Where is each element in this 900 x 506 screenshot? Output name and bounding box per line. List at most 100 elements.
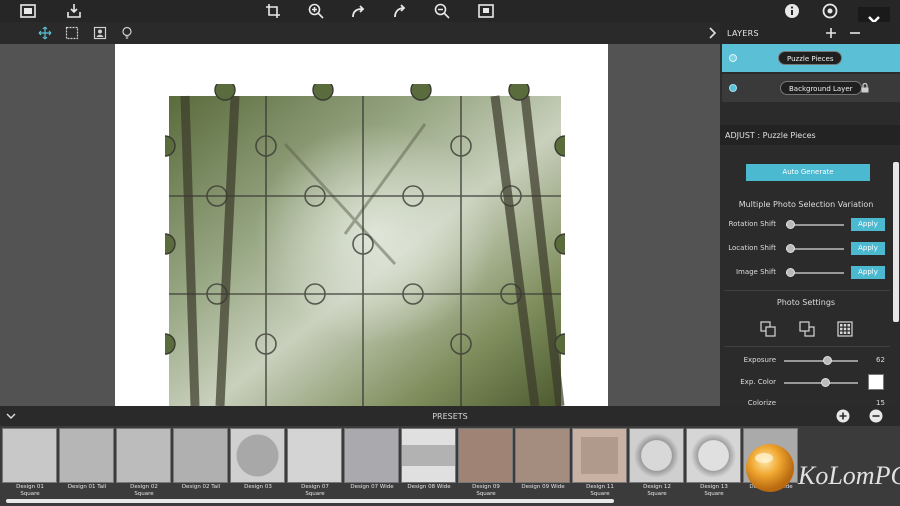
preset-item[interactable]: Design 07 Wide (344, 428, 400, 498)
zoom-out-icon[interactable] (432, 1, 452, 21)
preset-item[interactable]: Design 08 Wide (401, 428, 457, 498)
preset-label: Design 07 Square (301, 484, 329, 497)
presets-title: PRESETS (432, 412, 468, 421)
slider-label: Rotation Shift (728, 220, 776, 228)
preset-thumbnail (515, 428, 570, 483)
preset-item[interactable]: Design 02 Square (116, 428, 172, 498)
preset-item[interactable]: Design 02 Tall (173, 428, 229, 498)
zoom-in-icon[interactable] (306, 1, 326, 21)
preset-label: Design 01 Tall (67, 484, 107, 490)
remove-preset-icon[interactable] (869, 409, 883, 423)
top-toolbar (0, 0, 900, 37)
move-tool-icon[interactable] (37, 25, 53, 41)
undo-icon[interactable] (348, 1, 368, 21)
right-panel: LAYERS Puzzle Pieces Background Layer AD… (720, 22, 900, 406)
preset-thumbnail (572, 428, 627, 483)
preset-thumbnail (2, 428, 57, 483)
slider-thumb[interactable] (786, 268, 795, 277)
layers-title: LAYERS (727, 29, 759, 38)
redo-icon[interactable] (390, 1, 410, 21)
save-tray-icon[interactable] (64, 1, 84, 21)
layer-name: Puzzle Pieces (778, 51, 843, 65)
apply-button[interactable]: Apply (851, 266, 885, 279)
divider (724, 290, 890, 291)
preset-label: Design 09 Wide (521, 484, 565, 490)
puzzle-image[interactable] (165, 84, 565, 406)
canvas-area[interactable] (0, 44, 720, 406)
adjust-header: ADJUST : Puzzle Pieces (720, 125, 900, 145)
layers-header: LAYERS (720, 22, 900, 44)
slider-thumb[interactable] (823, 356, 832, 365)
preset-item[interactable]: Design 01 Tall (59, 428, 115, 498)
preset-item[interactable]: Design 13 Square (686, 428, 742, 498)
preset-item[interactable]: Design 03 (230, 428, 286, 498)
preset-thumbnail (59, 428, 114, 483)
grid-icon[interactable] (837, 321, 853, 337)
slider-thumb[interactable] (821, 378, 830, 387)
preset-label: Design 11 Square (586, 484, 614, 497)
layer-name: Background Layer (780, 81, 862, 95)
slider-label: Location Shift (728, 244, 776, 252)
chevron-right-icon[interactable] (704, 25, 720, 41)
colorize-value: 15 (876, 399, 885, 406)
settings-icon[interactable] (820, 1, 840, 21)
slider-label: Image Shift (735, 268, 776, 276)
select-tool-icon[interactable] (64, 25, 80, 41)
preset-thumbnail (401, 428, 456, 483)
remove-layer-icon[interactable] (850, 28, 860, 38)
fit-screen-icon[interactable] (476, 1, 496, 21)
preset-thumbnail (344, 428, 399, 483)
lightbulb-icon[interactable] (119, 25, 135, 41)
apply-button[interactable]: Apply (851, 242, 885, 255)
preset-item[interactable]: Design 07 Square (287, 428, 343, 498)
preset-item[interactable]: Design 11 Square (572, 428, 628, 498)
divider (724, 346, 890, 347)
crop-icon[interactable] (263, 1, 283, 21)
preset-item[interactable]: Design 12 Square (629, 428, 685, 498)
send-backward-icon[interactable] (799, 321, 815, 337)
auto-generate-button[interactable]: Auto Generate (746, 164, 870, 181)
slider-thumb[interactable] (786, 244, 795, 253)
layer-visibility-icon[interactable] (729, 54, 737, 62)
layer-visibility-icon[interactable] (729, 84, 737, 92)
preset-item[interactable]: Design 01 Square (2, 428, 58, 498)
info-icon[interactable] (782, 1, 802, 21)
preset-item[interactable]: Design 09 Wide (515, 428, 571, 498)
adjust-title: ADJUST : Puzzle Pieces (725, 131, 816, 140)
preset-thumbnail (629, 428, 684, 483)
preset-thumbnail (458, 428, 513, 483)
image-frame-icon[interactable] (18, 1, 38, 21)
preset-label: Design 09 Square (472, 484, 500, 497)
add-preset-icon[interactable] (836, 409, 850, 423)
exposure-slider[interactable] (784, 360, 858, 362)
lock-icon (861, 83, 869, 93)
add-layer-icon[interactable] (826, 28, 836, 38)
preset-thumbnail (173, 428, 228, 483)
tool-bar (0, 22, 720, 44)
color-swatch[interactable] (868, 374, 884, 390)
exp-color-label: Exp. Color (740, 378, 776, 386)
document-page (115, 44, 608, 406)
panel-scrollbar[interactable] (893, 162, 899, 322)
bring-forward-icon[interactable] (760, 321, 776, 337)
preset-label: Design 02 Square (130, 484, 158, 497)
layer-item[interactable]: Background Layer (722, 74, 900, 102)
layer-item[interactable]: Puzzle Pieces (722, 44, 900, 72)
preset-thumbnail (116, 428, 171, 483)
exposure-value: 62 (876, 356, 885, 364)
watermark-logo: KoLomPC (746, 444, 900, 492)
preset-label: Design 01 Square (16, 484, 44, 497)
preset-label: Design 12 Square (643, 484, 671, 497)
portrait-tool-icon[interactable] (92, 25, 108, 41)
preset-label: Design 08 Wide (407, 484, 451, 490)
presets-bar: PRESETS (0, 406, 900, 426)
preset-label: Design 07 Wide (350, 484, 394, 490)
slider-thumb[interactable] (786, 220, 795, 229)
photo-settings-title: Photo Settings (776, 298, 836, 307)
preset-label: Design 13 Square (700, 484, 728, 497)
presets-scrollbar[interactable] (6, 499, 614, 503)
apply-button[interactable]: Apply (851, 218, 885, 231)
preset-item[interactable]: Design 09 Square (458, 428, 514, 498)
preset-thumbnail (686, 428, 741, 483)
app-window: LAYERS Puzzle Pieces Background Layer AD… (0, 0, 900, 506)
